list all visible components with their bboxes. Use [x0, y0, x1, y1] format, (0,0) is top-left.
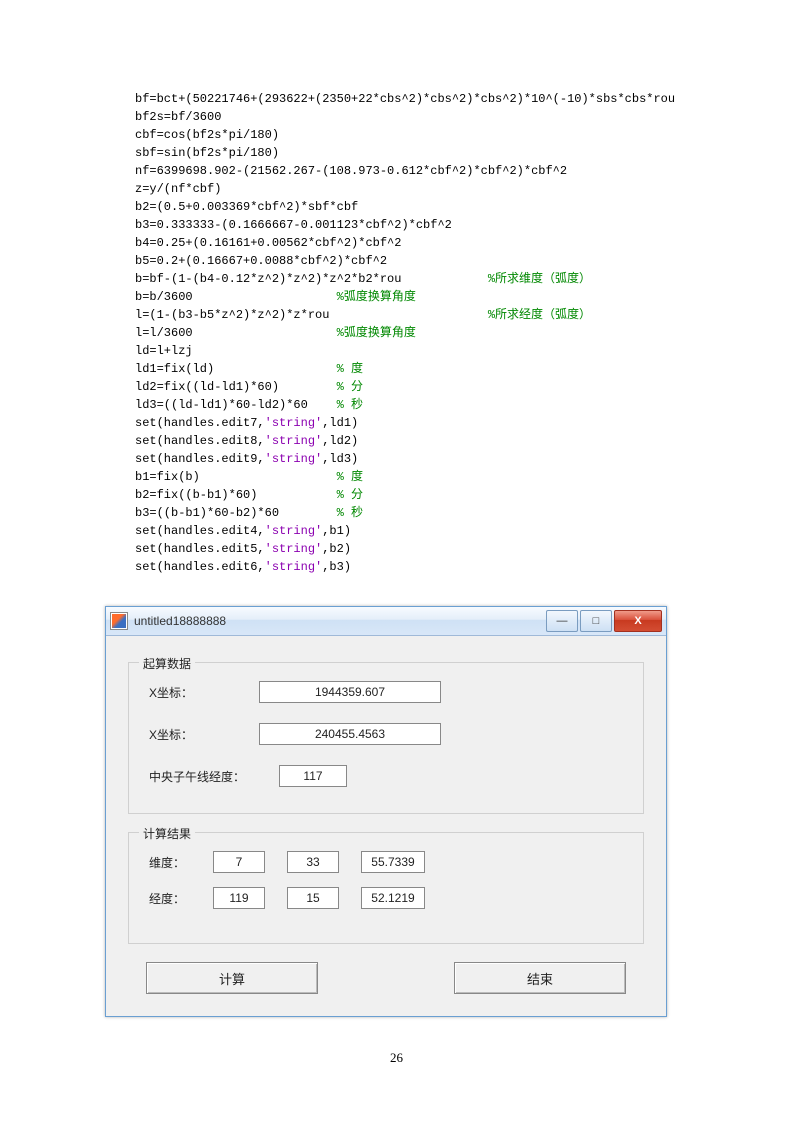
minimize-button[interactable]: —: [546, 610, 578, 632]
row-x1: X坐标： 1944359.607: [149, 681, 623, 703]
row-x2: X坐标： 240455.4563: [149, 723, 623, 745]
lon-deg-output[interactable]: 119: [213, 887, 265, 909]
lat-label: 维度：: [149, 854, 213, 871]
button-row: 计算 结束: [128, 962, 644, 994]
calc-button[interactable]: 计算: [146, 962, 318, 994]
lat-min-output[interactable]: 33: [287, 851, 339, 873]
window-buttons: — □ X: [544, 610, 662, 632]
input-groupbox: 起算数据 X坐标： 1944359.607 X坐标： 240455.4563 中…: [128, 662, 644, 814]
row-meridian: 中央子午线经度： 117: [149, 765, 623, 787]
matlab-gui-window: untitled18888888 — □ X 起算数据 X坐标： 1944359…: [105, 606, 667, 1017]
lon-label: 经度：: [149, 890, 213, 907]
window-title: untitled18888888: [134, 614, 226, 628]
lat-sec-output[interactable]: 55.7339: [361, 851, 425, 873]
meridian-input[interactable]: 117: [279, 765, 347, 787]
maximize-button[interactable]: □: [580, 610, 612, 632]
page-number: 26: [0, 1050, 793, 1066]
code-block: bf=bct+(50221746+(293622+(2350+22*cbs^2)…: [135, 90, 713, 576]
x1-input[interactable]: 1944359.607: [259, 681, 441, 703]
row-lon: 经度： 119 15 52.1219: [149, 887, 623, 909]
window-body: 起算数据 X坐标： 1944359.607 X坐标： 240455.4563 中…: [106, 636, 666, 1016]
matlab-icon: [110, 612, 128, 630]
output-legend: 计算结果: [139, 825, 195, 842]
x2-label: X坐标：: [149, 726, 259, 743]
x2-input[interactable]: 240455.4563: [259, 723, 441, 745]
lon-sec-output[interactable]: 52.1219: [361, 887, 425, 909]
meridian-label: 中央子午线经度：: [149, 768, 279, 785]
output-groupbox: 计算结果 维度： 7 33 55.7339 经度： 119 15 52.1219: [128, 832, 644, 944]
lat-deg-output[interactable]: 7: [213, 851, 265, 873]
input-legend: 起算数据: [139, 655, 195, 672]
end-button[interactable]: 结束: [454, 962, 626, 994]
x1-label: X坐标：: [149, 684, 259, 701]
titlebar: untitled18888888 — □ X: [106, 607, 666, 636]
lon-min-output[interactable]: 15: [287, 887, 339, 909]
close-button[interactable]: X: [614, 610, 662, 632]
row-lat: 维度： 7 33 55.7339: [149, 851, 623, 873]
